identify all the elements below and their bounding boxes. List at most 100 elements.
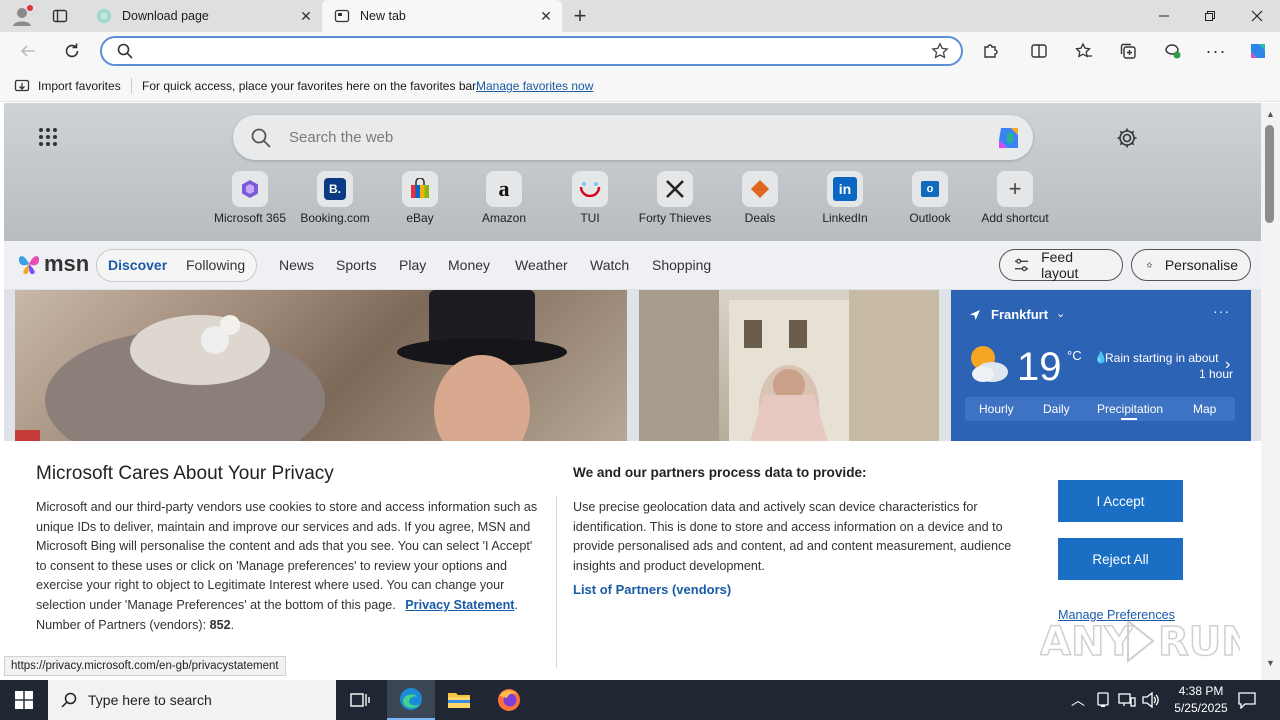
partners-count-label: Number of Partners (vendors): [36,617,207,632]
reject-all-button[interactable]: Reject All [1058,538,1183,580]
clock-date[interactable]: 5/25/2025 [1167,701,1235,715]
task-view-icon[interactable] [350,691,370,714]
profile-icon[interactable] [11,5,33,27]
tab-new-tab[interactable]: New tab ✕ [322,0,562,32]
back-arrow-icon[interactable] [16,39,40,63]
nav-shopping[interactable]: Shopping [652,257,711,273]
collections-icon[interactable] [1116,39,1140,63]
copilot-icon[interactable] [1246,39,1270,63]
notifications-icon[interactable] [1238,691,1256,714]
tab-discover[interactable]: Discover [108,257,167,273]
weather-tab-hourly[interactable]: Hourly [979,402,1014,416]
address-bar[interactable] [100,36,963,66]
new-tab-header: Search the web Microsoft 365 B. Booking.… [4,103,1261,241]
device-icon[interactable] [1096,692,1110,713]
accept-button[interactable]: I Accept [1058,480,1183,522]
taskbar-firefox[interactable] [497,688,521,717]
taskbar-search-box[interactable]: Type here to search [48,680,336,720]
tab-actions-icon[interactable] [52,8,68,24]
nav-news[interactable]: News [279,257,314,273]
weather-card[interactable]: Frankfurt ⌄ ··· 19 °C 💧 Rain starting in… [951,290,1251,445]
shortcut-microsoft-365[interactable]: Microsoft 365 [210,171,290,225]
refresh-icon[interactable] [60,39,84,63]
tab-following[interactable]: Following [186,257,245,273]
privacy-statement-link[interactable]: Privacy Statement [405,598,514,612]
volume-icon[interactable] [1142,691,1160,713]
taskbar-edge-app[interactable] [387,680,435,720]
clock-time[interactable]: 4:38 PM [1173,684,1229,698]
news-card-main[interactable] [15,290,627,445]
chevron-right-icon[interactable]: › [1225,356,1230,374]
network-icon[interactable] [1118,692,1136,713]
split-screen-icon[interactable] [1027,39,1051,63]
windows-logo-icon [15,691,33,709]
weather-tab-precipitation[interactable]: Precipitation [1097,402,1163,416]
weather-tab-map[interactable]: Map [1193,402,1216,416]
taskbar-search-input[interactable]: Type here to search [88,692,212,708]
edge-icon [400,688,422,710]
favorites-icon[interactable] [1072,39,1096,63]
weather-tab-daily[interactable]: Daily [1043,402,1070,416]
page-scrollbar[interactable]: ▲ ▼ [1261,103,1280,680]
import-favorites-button[interactable]: Import favorites [38,79,121,93]
deals-icon [742,171,778,207]
close-tab-icon[interactable]: ✕ [298,8,314,24]
nav-money[interactable]: Money [448,257,490,273]
import-favorites-icon[interactable] [14,78,30,97]
shortcut-ebay[interactable]: eBay [380,171,460,225]
feed-layout-button[interactable]: Feed layout [999,249,1123,281]
shortcut-outlook[interactable]: o Outlook [890,171,970,225]
msn-logo-text: msn [44,251,90,276]
start-button[interactable] [0,680,48,720]
shortcut-label: Amazon [481,211,527,225]
manage-favorites-link[interactable]: Manage favorites now [476,79,593,93]
taskbar-file-explorer[interactable] [447,688,471,717]
nav-weather[interactable]: Weather [515,257,568,273]
data-processing-text: Use precise geolocation data and activel… [573,500,1012,573]
restore-button[interactable] [1187,0,1233,32]
scrollbar-thumb[interactable] [1265,125,1274,223]
browser-toolbar: ··· [0,32,1280,70]
shortcut-linkedin[interactable]: in LinkedIn [805,171,885,225]
shortcut-deals[interactable]: Deals [720,171,800,225]
more-options-icon[interactable]: ··· [1213,303,1230,319]
browser-essentials-icon[interactable] [1160,39,1184,63]
scroll-down-arrow-icon[interactable]: ▼ [1266,658,1275,668]
chevron-down-icon[interactable]: ⌄ [1056,307,1065,320]
chevron-up-icon[interactable]: ︿ [1071,690,1085,710]
more-options-icon[interactable]: ··· [1204,39,1228,63]
shortcut-label: Deals [744,211,776,225]
shortcut-label: Outlook [909,211,951,225]
favorite-star-icon[interactable] [931,42,949,65]
shortcut-booking[interactable]: B. Booking.com [295,171,375,225]
personalise-button[interactable]: Personalise [1131,249,1251,281]
partners-list-link[interactable]: List of Partners (vendors) [573,580,731,600]
svg-text:ANY: ANY [1040,619,1134,665]
extensions-icon[interactable] [979,39,1003,63]
shortcut-forty-thieves[interactable]: Forty Thieves [635,171,715,225]
close-tab-icon[interactable]: ✕ [538,8,554,24]
close-window-button[interactable] [1234,0,1280,32]
nav-sports[interactable]: Sports [336,257,376,273]
scroll-up-arrow-icon[interactable]: ▲ [1266,109,1275,119]
nav-play[interactable]: Play [399,257,426,273]
web-search-input[interactable]: Search the web [289,129,393,146]
partners-count: 852 [209,617,231,632]
tab-download-page[interactable]: Download page ✕ [84,0,322,32]
weather-location[interactable]: Frankfurt [991,307,1048,322]
privacy-consent-dialog: Microsoft Cares About Your Privacy Micro… [4,441,1261,680]
copilot-icon[interactable] [993,123,1023,158]
search-icon [251,128,271,153]
msn-logo[interactable]: msn [16,251,89,277]
apps-grid-icon[interactable] [38,127,58,152]
web-search-box[interactable]: Search the web [233,115,1033,160]
news-card-secondary[interactable] [639,290,939,445]
shortcut-tui[interactable]: TUI [550,171,630,225]
page-settings-gear-icon[interactable] [1116,127,1138,154]
shortcut-amazon[interactable]: a Amazon [464,171,544,225]
minimize-button[interactable] [1141,0,1187,32]
new-tab-button[interactable]: + [570,5,590,27]
add-shortcut-button[interactable]: + Add shortcut [975,171,1055,225]
nav-watch[interactable]: Watch [590,257,629,273]
folder-icon [448,693,470,708]
